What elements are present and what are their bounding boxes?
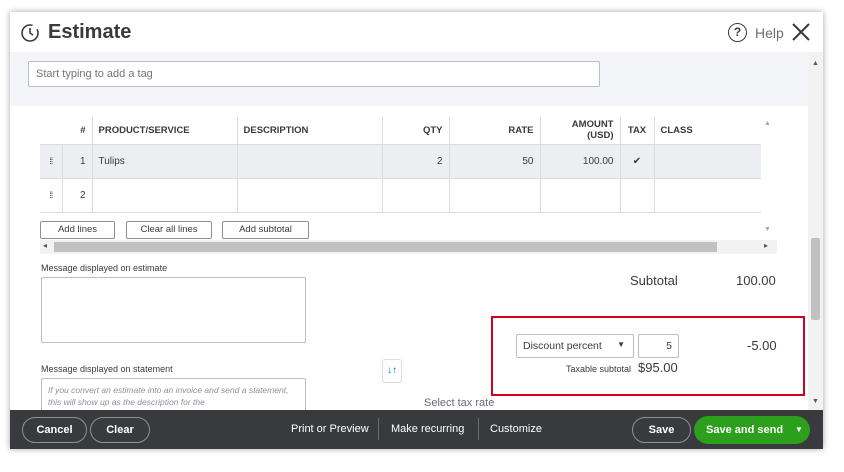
tag-bar xyxy=(10,52,808,106)
description-cell[interactable] xyxy=(237,143,383,178)
divider xyxy=(378,418,379,440)
table-row[interactable]: ⁞⁞ 2 xyxy=(40,177,761,213)
statement-message-placeholder: If you convert an estimate into an invoi… xyxy=(48,385,289,407)
column-header-amount: AMOUNT (USD) xyxy=(540,117,621,144)
discount-type-select[interactable]: Discount percent ▼ xyxy=(516,334,634,358)
swap-order-icon[interactable]: ↓↑ xyxy=(382,359,402,383)
class-cell[interactable] xyxy=(654,143,761,178)
add-subtotal-button[interactable]: Add subtotal xyxy=(222,221,309,239)
save-button[interactable]: Save xyxy=(632,417,691,443)
rate-cell[interactable]: 50 xyxy=(449,143,541,178)
customize-button[interactable]: Customize xyxy=(490,423,542,435)
clear-button[interactable]: Clear xyxy=(90,417,150,443)
scrollbar-thumb[interactable] xyxy=(54,242,717,252)
scroll-left-icon[interactable]: ◂ xyxy=(43,241,47,250)
taxable-subtotal-label: Taxable subtotal xyxy=(566,364,632,374)
scroll-up-icon[interactable]: ▲ xyxy=(812,60,819,67)
footer-toolbar: Cancel Clear Print or Preview Make recur… xyxy=(10,410,823,449)
discount-value-input[interactable]: 5 xyxy=(638,334,679,358)
column-header-rate: RATE xyxy=(449,117,541,144)
help-icon[interactable]: ? xyxy=(728,23,747,42)
print-preview-button[interactable]: Print or Preview xyxy=(291,423,369,435)
column-header-class: CLASS xyxy=(660,124,693,136)
scroll-right-icon[interactable]: ▸ xyxy=(764,241,768,250)
statement-message-label: Message displayed on statement xyxy=(41,364,173,374)
line-number: 2 xyxy=(62,177,93,213)
taxable-subtotal-value: $95.00 xyxy=(638,360,678,375)
scroll-down-icon[interactable]: ▼ xyxy=(764,226,771,233)
drag-handle-icon[interactable]: ⁞⁞ xyxy=(40,143,63,178)
estimate-message-textarea[interactable] xyxy=(41,277,306,343)
scroll-up-icon[interactable]: ▲ xyxy=(764,120,771,127)
estimate-content: # PRODUCT/SERVICE DESCRIPTION QTY RATE A… xyxy=(10,106,808,418)
table-header-row: # PRODUCT/SERVICE DESCRIPTION QTY RATE A… xyxy=(40,117,761,144)
caret-down-icon[interactable]: ▼ xyxy=(788,416,810,444)
page-title: Estimate xyxy=(48,21,132,43)
select-tax-rate-label[interactable]: Select tax rate xyxy=(424,397,494,409)
amount-cell[interactable]: 100.00 xyxy=(540,143,621,178)
line-items-table: # PRODUCT/SERVICE DESCRIPTION QTY RATE A… xyxy=(40,117,761,213)
column-header-qty: QTY xyxy=(382,117,450,144)
table-vertical-scrollbar[interactable]: ▲ ▼ xyxy=(761,117,775,237)
estimate-window: Estimate ? Help # PRODUCT/SERVICE DESCRI… xyxy=(10,12,823,449)
tax-cell[interactable] xyxy=(620,177,655,213)
column-header-tax: TAX xyxy=(620,117,655,144)
product-cell[interactable] xyxy=(92,177,238,213)
drag-handle-icon[interactable]: ⁞⁞ xyxy=(40,177,63,213)
amount-cell[interactable] xyxy=(540,177,621,213)
qty-cell[interactable]: 2 xyxy=(382,143,450,178)
class-cell[interactable] xyxy=(654,177,761,213)
drag-column-header xyxy=(40,117,62,144)
clear-all-lines-button[interactable]: Clear all lines xyxy=(126,221,212,239)
table-row[interactable]: ⁞⁞ 1 Tulips 2 50 100.00 ✔ xyxy=(40,143,761,178)
make-recurring-button[interactable]: Make recurring xyxy=(391,423,464,435)
cancel-button[interactable]: Cancel xyxy=(22,417,87,443)
add-lines-button[interactable]: Add lines xyxy=(40,221,115,239)
discount-amount: -5.00 xyxy=(747,338,777,353)
table-horizontal-scrollbar[interactable]: ◂ ▸ xyxy=(40,240,777,254)
close-icon[interactable] xyxy=(790,21,812,43)
qty-cell[interactable] xyxy=(382,177,450,213)
caret-down-icon: ▼ xyxy=(617,340,625,349)
header: Estimate ? Help xyxy=(10,12,823,52)
scrollbar-thumb[interactable] xyxy=(811,238,820,320)
rate-cell[interactable] xyxy=(449,177,541,213)
column-header-number: # xyxy=(62,117,93,144)
scroll-down-icon[interactable]: ▼ xyxy=(812,398,819,405)
page-vertical-scrollbar[interactable]: ▲ ▼ xyxy=(808,52,823,410)
description-cell[interactable] xyxy=(237,177,383,213)
product-cell[interactable]: Tulips xyxy=(92,143,238,178)
subtotal-label: Subtotal xyxy=(630,273,678,288)
divider xyxy=(478,418,479,440)
discount-type-value: Discount percent xyxy=(523,340,602,352)
subtotal-value: 100.00 xyxy=(736,273,776,288)
column-header-description: DESCRIPTION xyxy=(237,117,383,144)
save-and-send-button[interactable]: Save and send ▼ xyxy=(694,416,810,444)
save-and-send-label: Save and send xyxy=(706,424,784,436)
tag-input[interactable] xyxy=(28,61,600,87)
estimate-message-label: Message displayed on estimate xyxy=(41,263,168,273)
column-header-product: PRODUCT/SERVICE xyxy=(92,117,238,144)
help-link[interactable]: Help xyxy=(755,25,784,41)
tax-check-icon[interactable]: ✔ xyxy=(620,143,655,178)
history-icon[interactable] xyxy=(20,23,40,43)
line-number: 1 xyxy=(62,143,93,178)
